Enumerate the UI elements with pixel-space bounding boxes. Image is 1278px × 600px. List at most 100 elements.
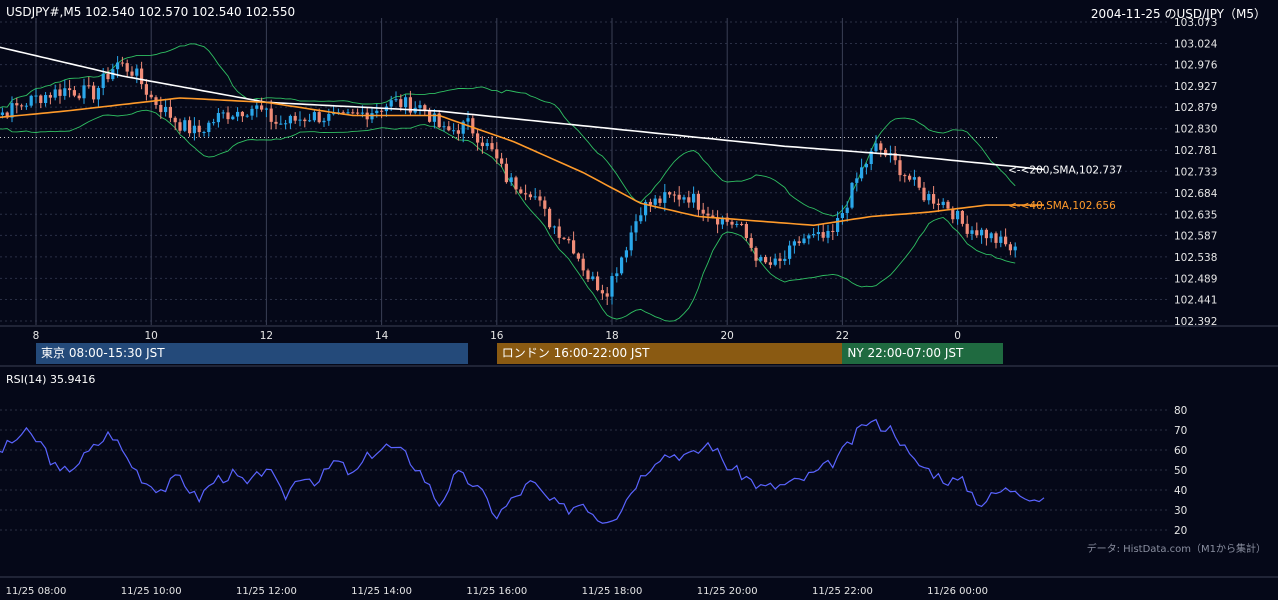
candle-body: [140, 68, 144, 85]
candle-body: [624, 250, 628, 258]
candle-body: [346, 112, 350, 114]
price-tick-label: 102.684: [1174, 188, 1218, 200]
candle-body: [908, 175, 912, 180]
candle-body: [168, 106, 172, 118]
candle-body: [476, 133, 480, 143]
rsi-tick-label: 40: [1174, 485, 1187, 497]
candle-body: [629, 232, 633, 251]
candle-body: [394, 99, 398, 101]
candle-body: [576, 253, 580, 259]
candle-body: [783, 258, 787, 261]
candle-body: [135, 68, 139, 76]
price-tick-label: 102.635: [1174, 209, 1217, 221]
candle-body: [404, 97, 408, 108]
candle-body: [447, 126, 451, 131]
time-tick-label: 18: [605, 330, 618, 342]
candle-body: [452, 130, 456, 132]
candle-body: [653, 198, 657, 205]
candle-body: [260, 105, 264, 110]
candle-body: [207, 122, 211, 133]
candle-body: [226, 112, 230, 120]
price-tick-label: 102.489: [1174, 273, 1217, 285]
candle-body: [984, 229, 988, 239]
candle-body: [677, 194, 681, 200]
candle-body: [87, 85, 91, 87]
candle-body: [831, 230, 835, 232]
candle-body: [120, 62, 124, 64]
candle-body: [149, 94, 153, 98]
candle-body: [912, 177, 916, 180]
candle-body: [562, 237, 566, 239]
candle-body: [989, 233, 993, 239]
candle-body: [898, 160, 902, 176]
time-tick-label: 14: [375, 330, 389, 342]
candle-body: [879, 143, 883, 150]
candle-body: [303, 119, 307, 122]
candle-body: [682, 197, 686, 200]
session-ny-bar: NY 22:00-07:00 JST: [842, 343, 1003, 364]
candle-body: [92, 85, 96, 100]
candle-body: [903, 175, 907, 177]
candle-body: [812, 234, 816, 236]
candle-body: [269, 108, 273, 122]
candle-body: [610, 276, 614, 297]
price-tick-label: 102.587: [1174, 230, 1217, 242]
candle-body: [960, 210, 964, 224]
candle-body: [860, 167, 864, 179]
price-tick-label: 102.879: [1174, 102, 1217, 114]
candle-body: [327, 113, 331, 121]
candle-body: [922, 187, 926, 201]
price-tick-label: 102.927: [1174, 81, 1217, 93]
candle-body: [0, 112, 4, 115]
candle-body: [850, 182, 854, 208]
candle-body: [524, 193, 528, 195]
candle-body: [951, 208, 955, 220]
candle-body: [557, 226, 561, 238]
candle-body: [596, 276, 600, 291]
rsi-tick-label: 60: [1174, 445, 1187, 457]
candle-body: [826, 230, 830, 238]
symbol-ohlc-label: USDJPY#,M5 102.540 102.570 102.540 102.5…: [6, 5, 296, 19]
bollinger-lower-line: [0, 109, 1016, 322]
candle-body: [418, 105, 422, 108]
candle-body: [701, 209, 705, 214]
candle-body: [874, 143, 878, 152]
candle-body: [663, 192, 667, 203]
candle-body: [970, 230, 974, 234]
candle-body: [759, 257, 763, 261]
candle-body: [509, 177, 513, 183]
candle-body: [581, 258, 585, 271]
candle-body: [279, 123, 283, 125]
candle-body: [1008, 244, 1012, 251]
candle-body: [68, 88, 72, 91]
candle-body: [864, 164, 868, 168]
candle-body: [519, 189, 523, 194]
candle-body: [548, 208, 552, 228]
candle-body: [130, 71, 134, 76]
candle-body: [480, 142, 484, 147]
candle-body: [360, 112, 364, 114]
candle-body: [197, 125, 201, 133]
candle-body: [797, 241, 801, 244]
candle-body: [946, 201, 950, 209]
candle-body: [735, 223, 739, 225]
candle-body: [634, 221, 638, 233]
candle-body: [471, 118, 475, 134]
candle-body: [927, 194, 931, 201]
data-source-note: データ: HistData.com（M1から集計）: [1086, 544, 1266, 555]
time-tick-label: 8: [33, 330, 40, 342]
candle-body: [312, 112, 316, 121]
candle-body: [687, 197, 691, 203]
candle-body: [389, 100, 393, 107]
candle-body: [274, 121, 278, 124]
candle-body: [288, 115, 292, 124]
sma200-annotation: <-<200,SMA,102.737: [1008, 165, 1122, 177]
price-tick-label: 102.976: [1174, 60, 1218, 72]
candle-body: [917, 177, 921, 188]
candle-body: [34, 95, 38, 97]
candle-body: [284, 123, 288, 125]
candle-body: [600, 290, 604, 294]
candle-body: [264, 108, 268, 110]
candle-body: [778, 258, 782, 261]
candle-body: [956, 210, 960, 220]
